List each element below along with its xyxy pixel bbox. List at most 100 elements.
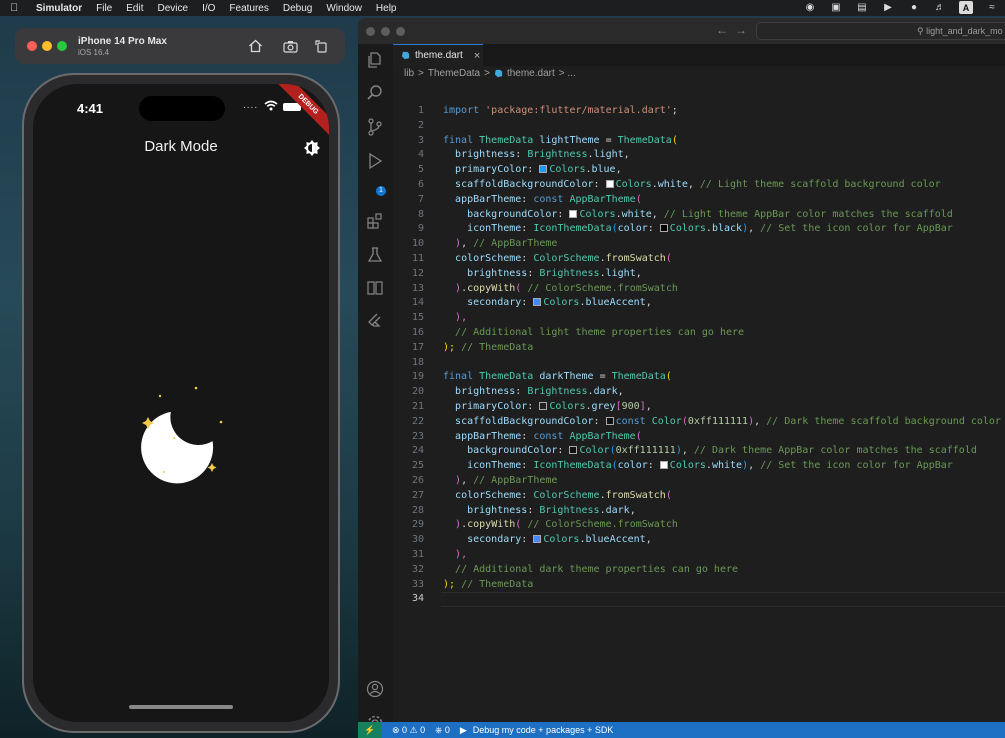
code-line: 24 backgroundColor: Color(0xff111111), /… xyxy=(393,444,1005,459)
close-tab-icon[interactable]: × xyxy=(474,50,480,62)
debug-config-label[interactable]: Debug my code + packages + SDK xyxy=(473,725,614,735)
vscode-titlebar: ← → ⚲ light_and_dark_mo xyxy=(358,18,1005,44)
nav-back-icon[interactable]: ← xyxy=(716,23,728,37)
breadcrumb-separator: > xyxy=(418,68,424,79)
line-number: 20 xyxy=(411,386,424,398)
breadcrumb-lib[interactable]: lib xyxy=(404,68,414,79)
extensions-icon[interactable] xyxy=(366,212,384,230)
line-number: 17 xyxy=(411,341,424,353)
breadcrumb-tail[interactable]: > ... xyxy=(559,68,576,79)
color-swatch[interactable] xyxy=(659,461,668,470)
color-swatch[interactable] xyxy=(539,165,548,174)
code-line: 28 brightness: Brightness.dark, xyxy=(393,504,1005,519)
code-line: 23 appBarTheme: const AppBarTheme( xyxy=(393,430,1005,445)
user-icon[interactable]: ● xyxy=(907,1,921,14)
line-number: 25 xyxy=(411,460,424,472)
code-line: 29 ).copyWith( // ColorScheme.fromSwatch xyxy=(393,518,1005,533)
code-line: 16 // Additional light theme properties … xyxy=(393,326,1005,341)
menu-io[interactable]: I/O xyxy=(202,3,215,14)
debug-config-icon[interactable]: ▶ xyxy=(460,725,467,736)
color-swatch[interactable] xyxy=(569,446,578,455)
line-number: 6 xyxy=(417,179,424,190)
tab-theme-dart[interactable]: theme.dart × xyxy=(393,44,483,66)
code-line: 3 final ThemeData lightTheme = ThemeData( xyxy=(393,134,1005,149)
menu-device[interactable]: Device xyxy=(157,3,188,14)
menu-help[interactable]: Help xyxy=(376,3,397,14)
home-indicator[interactable] xyxy=(129,705,233,709)
zoom-window-button[interactable] xyxy=(57,41,67,51)
wifi-icon[interactable]: ≈ xyxy=(985,1,999,14)
code-line: 20 brightness: Brightness.dark, xyxy=(393,385,1005,400)
line-number: 12 xyxy=(411,267,424,279)
home-icon[interactable] xyxy=(246,37,264,55)
simulator-titlebar: iPhone 14 Pro Max iOS 16.4 xyxy=(15,28,345,64)
code-editor[interactable]: 1 import 'package:flutter/material.dart';… xyxy=(393,104,1005,616)
flutter-icon[interactable] xyxy=(366,312,384,330)
search-icon[interactable] xyxy=(366,84,384,102)
dart-file-icon xyxy=(494,69,503,78)
line-number: 32 xyxy=(411,563,424,575)
eye-icon[interactable]: ◉ xyxy=(803,1,817,14)
line-number: 10 xyxy=(411,238,424,250)
play-icon[interactable]: ▶ xyxy=(881,1,895,14)
breadcrumb-themedata[interactable]: ThemeData xyxy=(428,68,480,79)
testing-flask-icon[interactable] xyxy=(366,246,384,264)
color-swatch[interactable] xyxy=(539,402,548,410)
code-line: 13 ).copyWith( // ColorScheme.fromSwatch xyxy=(393,282,1005,297)
color-swatch[interactable] xyxy=(605,180,614,188)
breadcrumb-file[interactable]: theme.dart xyxy=(507,68,555,79)
apple-menu-icon[interactable]:  xyxy=(10,2,24,14)
line-number: 9 xyxy=(417,223,424,235)
input-source-icon[interactable]: A xyxy=(959,1,973,14)
line-number: 29 xyxy=(411,519,424,531)
line-number: 1 xyxy=(417,105,424,116)
line-number: 14 xyxy=(411,297,424,309)
display-icon[interactable]: ▤ xyxy=(855,1,869,14)
color-swatch[interactable] xyxy=(569,209,578,218)
device-name: iPhone 14 Pro Max xyxy=(78,36,167,47)
breadcrumb-separator: > xyxy=(484,68,490,79)
minimize-window-button[interactable] xyxy=(42,41,52,51)
color-swatch[interactable] xyxy=(533,535,542,544)
menu-edit[interactable]: Edit xyxy=(126,3,143,14)
close-window-button[interactable] xyxy=(366,27,375,36)
menu-app-simulator[interactable]: Simulator xyxy=(36,3,82,14)
zoom-window-button[interactable] xyxy=(396,27,405,36)
ports-indicator[interactable]: ⎈ 0 xyxy=(435,725,450,736)
signal-dots: .... xyxy=(243,100,259,111)
menu-window[interactable]: Window xyxy=(326,3,362,14)
screen-mirror-icon[interactable]: ▣ xyxy=(829,1,843,14)
moon-illustration xyxy=(141,386,223,484)
color-swatch[interactable] xyxy=(533,298,542,307)
book-icon[interactable] xyxy=(366,279,384,297)
command-center-search[interactable]: ⚲ light_and_dark_mo xyxy=(756,22,1005,40)
problems-indicator[interactable]: ⊗ 0 ⚠ 0 xyxy=(392,725,425,736)
account-icon[interactable] xyxy=(366,680,384,698)
line-number: 16 xyxy=(411,327,424,338)
line-number: 33 xyxy=(411,578,424,590)
line-number: 4 xyxy=(417,149,424,161)
color-swatch[interactable] xyxy=(605,416,614,425)
volume-icon[interactable]: ♬ xyxy=(933,1,947,14)
menu-features[interactable]: Features xyxy=(229,3,268,14)
menu-file[interactable]: File xyxy=(96,3,112,14)
line-number: 19 xyxy=(411,371,424,383)
minimize-window-button[interactable] xyxy=(381,27,390,36)
menubar-status-area: ◉ ▣ ▤ ▶ ● ♬ A ≈ xyxy=(803,1,999,14)
dart-file-icon xyxy=(401,51,410,60)
brightness-toggle-icon[interactable] xyxy=(303,139,321,157)
run-debug-icon[interactable] xyxy=(366,152,384,170)
rotate-icon[interactable] xyxy=(312,37,330,55)
menu-debug[interactable]: Debug xyxy=(283,3,312,14)
remote-indicator[interactable]: ⚡ xyxy=(358,722,382,738)
iphone-frame: 4:41 .... DEBUG Dark Mode xyxy=(22,73,340,733)
line-number: 30 xyxy=(411,534,424,546)
color-swatch[interactable] xyxy=(659,224,668,233)
source-control-icon[interactable] xyxy=(366,118,384,136)
close-window-button[interactable] xyxy=(27,41,37,51)
code-line: 8 backgroundColor: Colors.white, // Ligh… xyxy=(393,208,1005,223)
nav-forward-icon[interactable]: → xyxy=(735,23,747,37)
screenshot-icon[interactable] xyxy=(281,37,299,55)
line-number: 34 xyxy=(411,593,424,605)
explorer-icon[interactable] xyxy=(366,51,384,69)
